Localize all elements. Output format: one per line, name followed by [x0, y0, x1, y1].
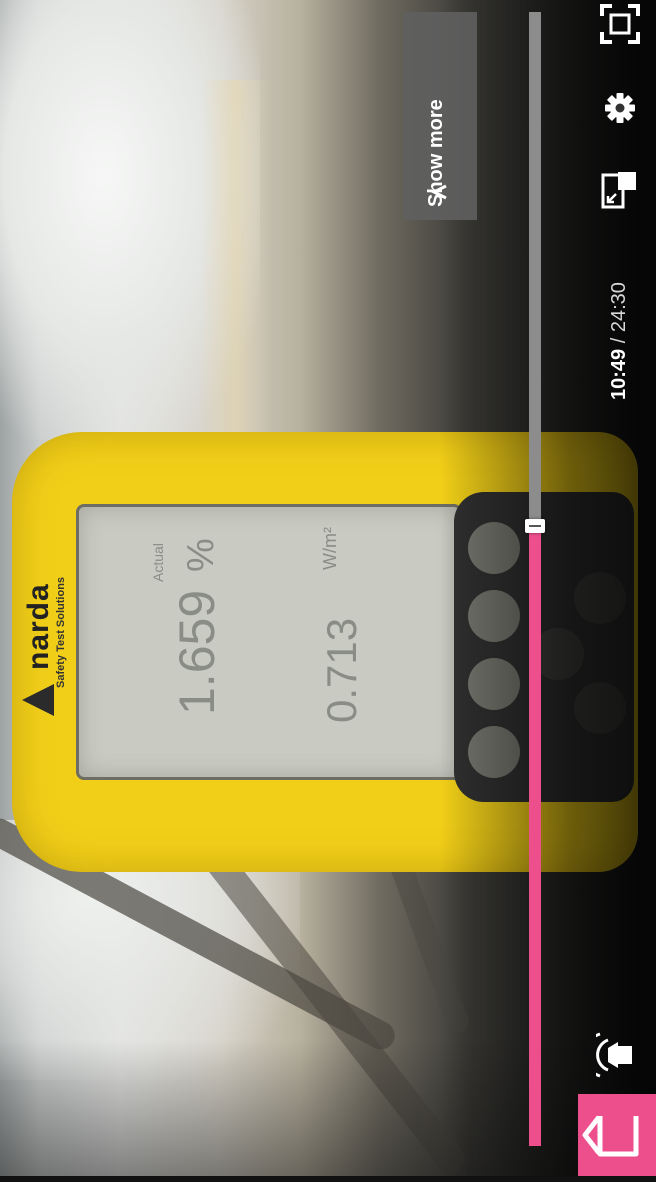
fullscreen-icon: [600, 4, 640, 44]
meter-brand-tagline: Safety Test Solutions: [55, 576, 67, 688]
miniplayer-icon: [601, 172, 636, 209]
narda-logo-icon: [22, 684, 54, 716]
seek-bar-played: [529, 526, 541, 1146]
current-time: 10:49: [608, 348, 630, 400]
gear-icon: [605, 93, 635, 123]
total-time: 24:30: [608, 282, 630, 333]
settings-button[interactable]: [596, 84, 644, 132]
show-more-button[interactable]: Show more: [403, 12, 477, 220]
meter-reading-percent: 1.659: [169, 589, 225, 715]
meter-reading-percent-unit: %: [180, 538, 222, 572]
show-more-label: Show more: [425, 99, 447, 207]
meter-reading-power-unit: W/m²: [320, 527, 340, 570]
seek-bar[interactable]: [525, 12, 545, 1146]
bottom-strip: [0, 1176, 656, 1182]
home-button[interactable]: [578, 1094, 656, 1176]
meter-brand-name: narda: [22, 583, 55, 670]
background-wall: [200, 80, 270, 460]
cast-icon: [596, 1032, 632, 1078]
fullscreen-button[interactable]: [596, 0, 644, 48]
cast-button[interactable]: [596, 1030, 644, 1078]
time-separator: /: [608, 332, 630, 349]
meter-display: [76, 504, 462, 780]
seek-handle[interactable]: [525, 519, 545, 533]
miniplayer-button[interactable]: [596, 166, 644, 214]
meter-reading-mode: Actual: [150, 543, 166, 582]
time-display: 10:49 / 24:30: [608, 282, 631, 400]
meter-reading-power: 0.713: [318, 617, 365, 723]
home-icon: [582, 1115, 639, 1157]
